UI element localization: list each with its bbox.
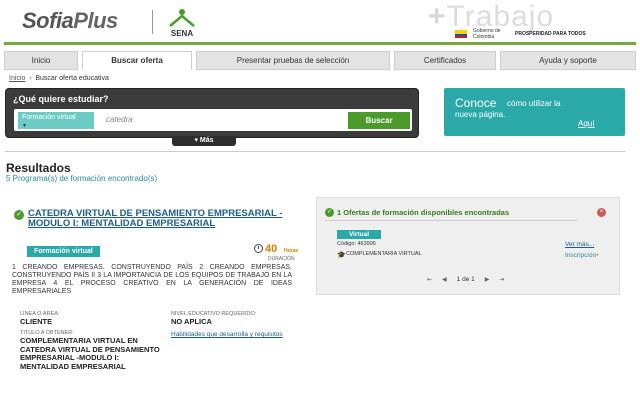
- graduation-cap-icon: 🎓: [337, 252, 346, 259]
- government-strip: Gobierno de Colombia PROSPERIDAD PARA TO…: [455, 28, 625, 40]
- formation-type-select[interactable]: Formación virtual ▼: [18, 112, 94, 129]
- site-header: SofiaPlus SENA +Trabajo Gobierno de Colo…: [0, 0, 640, 46]
- tab-presentar-pruebas[interactable]: Presentar pruebas de selección: [196, 51, 390, 70]
- last-page-icon[interactable]: ⇥: [499, 276, 504, 283]
- breadcrumb-home-link[interactable]: Inicio: [9, 75, 25, 82]
- pager: ⇤ ◀ 1 de 1 ▶ ⇥: [427, 276, 504, 283]
- search-panel: ¿Qué quiere estudiar? Formación virtual …: [5, 88, 419, 138]
- check-icon: ✓: [14, 210, 24, 220]
- habilidades-link[interactable]: Habilidades que desarrolla y requisitos: [171, 331, 283, 338]
- inscripcion-label: Inscripción: [565, 252, 597, 259]
- conoce-line2: nueva página.: [455, 110, 506, 119]
- logo-divider: [152, 10, 153, 34]
- next-page-icon[interactable]: ▶: [485, 276, 490, 283]
- conoce-banner: Conoce cómo utilizar la nueva página. Aq…: [444, 88, 625, 136]
- header-green-line: [4, 42, 636, 45]
- sofiaplus-logo[interactable]: SofiaPlus: [22, 8, 118, 34]
- inscripcion-status: Inscripción•: [565, 252, 598, 259]
- first-page-icon[interactable]: ⇤: [427, 276, 432, 283]
- conoce-line1: cómo utilizar la: [507, 99, 561, 108]
- pager-label: 1 de 1: [456, 276, 475, 283]
- nivel-value: NO APLICA: [171, 317, 212, 326]
- offers-panel: ✓ 1 Ofertas de formación disponibles enc…: [316, 197, 620, 295]
- sena-label: SENA: [171, 29, 193, 38]
- results-count: 5 Programa(s) de formación encontrado(s): [6, 174, 158, 183]
- program-description: 1 CREANDO EMPRESAS. CONSTRUYENDO PAÍS 2 …: [12, 264, 292, 295]
- close-icon[interactable]: ×: [597, 208, 606, 217]
- hours-value: 40: [265, 243, 278, 255]
- tab-ayuda-soporte[interactable]: Ayuda y soporte: [500, 51, 636, 70]
- offer-modality-text: COMPLEMENTARIA VIRTUAL: [346, 251, 422, 257]
- prev-page-icon[interactable]: ◀: [442, 276, 447, 283]
- search-input[interactable]: [106, 115, 306, 124]
- search-button[interactable]: Buscar: [348, 112, 410, 129]
- logo-plus-text: Plus: [73, 8, 118, 33]
- breadcrumb: Inicio › Buscar oferta educativa: [9, 75, 109, 82]
- tab-buscar-oferta[interactable]: Buscar oferta: [82, 51, 192, 70]
- search-title: ¿Qué quiere estudiar?: [13, 94, 109, 104]
- main-nav: Inicio Buscar oferta Presentar pruebas d…: [4, 51, 636, 71]
- results-title: Resultados: [6, 161, 71, 175]
- chevron-down-icon: ▼: [22, 123, 27, 129]
- search-box: Formación virtual ▼ Buscar: [14, 109, 412, 131]
- colombia-flag-icon: [455, 30, 467, 38]
- prosperidad-text: PROSPERIDAD PARA TODOS: [515, 30, 586, 37]
- duration-label: DURACIÓN: [268, 256, 295, 262]
- offers-title: 1 Ofertas de formación disponibles encon…: [337, 208, 510, 217]
- ver-mas-link[interactable]: Ver más...: [565, 241, 594, 248]
- breadcrumb-current: Buscar oferta educativa: [35, 75, 109, 82]
- conoce-aqui-link[interactable]: Aquí: [578, 119, 594, 128]
- tab-certificados[interactable]: Certificados: [394, 51, 496, 70]
- status-dot-icon: •: [596, 252, 599, 259]
- section-divider: [5, 151, 625, 152]
- offer-modality-badge: Virtual: [337, 230, 381, 239]
- offers-header: ✓ 1 Ofertas de formación disponibles enc…: [325, 207, 577, 221]
- sena-logo-icon: SENA: [169, 9, 195, 38]
- logo-sofia-text: Sofia: [22, 8, 74, 33]
- program-title-link[interactable]: CATEDRA VIRTUAL DE PENSAMIENTO EMPRESARI…: [28, 209, 288, 229]
- conoce-heading: Conoce: [455, 96, 497, 110]
- tab-inicio[interactable]: Inicio: [4, 51, 78, 70]
- breadcrumb-arrow-icon: ›: [29, 76, 32, 82]
- more-options-button[interactable]: ▾ Más: [172, 136, 236, 146]
- gov-text: Gobierno de Colombia: [473, 28, 501, 40]
- linea-value: CLIENTE: [20, 317, 53, 326]
- formation-type-label: Formación virtual: [22, 114, 76, 121]
- clock-icon: [254, 244, 263, 253]
- hours-unit: Horas: [284, 248, 299, 254]
- check-icon: ✓: [325, 208, 334, 217]
- offer-code: Código: 463995: [337, 241, 376, 247]
- modality-badge: Formación virtual: [27, 246, 100, 257]
- titulo-value: COMPLEMENTARIA VIRTUAL EN CATEDRA VIRTUA…: [20, 336, 160, 371]
